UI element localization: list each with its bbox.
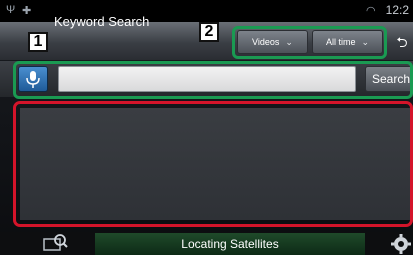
map-search-button[interactable] — [40, 232, 70, 255]
callout-1-badge: 1 — [28, 32, 48, 52]
page-title: Keyword Search — [54, 14, 150, 29]
back-arrow-icon: ⮌ — [396, 34, 408, 50]
wifi-icon: ◠ — [366, 5, 376, 17]
status-strip: Locating Satellites — [95, 233, 365, 255]
map-search-icon — [43, 234, 68, 251]
status-time: 12:2 — [385, 3, 409, 17]
callout-1-highlight — [13, 61, 413, 99]
callout-2-highlight — [232, 26, 387, 59]
usb-icon: Ψ — [6, 4, 16, 16]
callout-2-badge: 2 — [199, 22, 219, 42]
results-highlight — [13, 101, 413, 227]
android-icon: ✚ — [22, 5, 32, 17]
settings-button[interactable] — [388, 232, 413, 255]
back-button[interactable]: ⮌ — [391, 30, 413, 54]
gear-icon — [391, 234, 411, 254]
